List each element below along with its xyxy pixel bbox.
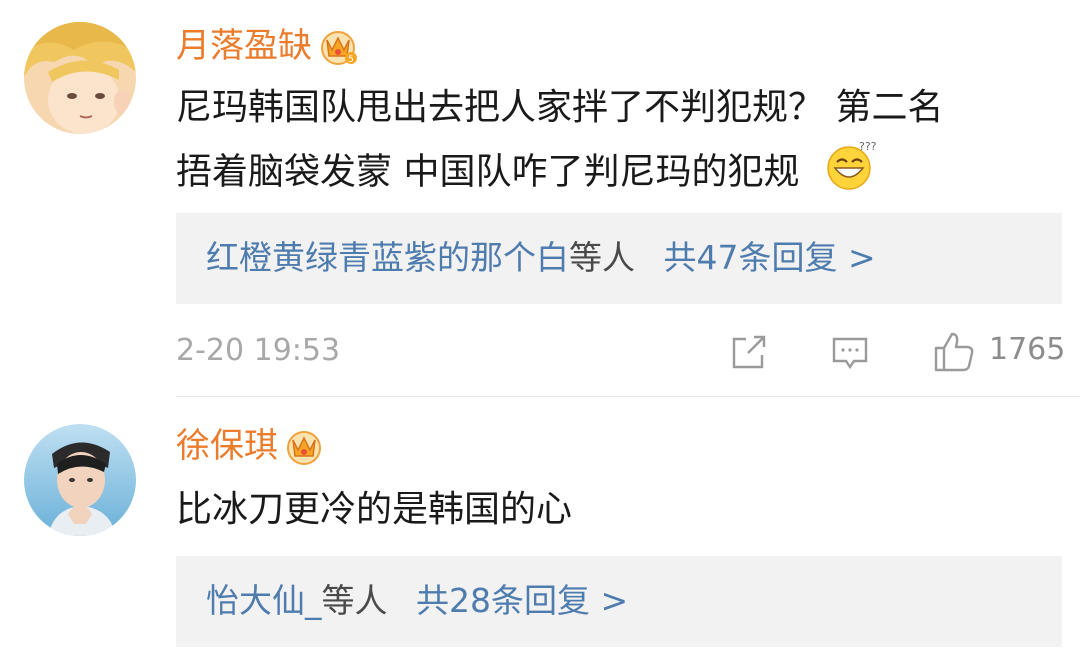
avatar[interactable] [24,22,136,134]
comment-icon[interactable] [830,333,870,377]
avatar[interactable] [24,424,136,536]
reply-count-link[interactable]: 共47条回复 > [664,238,876,277]
divider [176,396,1080,397]
like-icon[interactable] [932,330,976,378]
reply-suffix: 等人 [569,238,635,277]
replies-summary[interactable]: 红橙黄绿青蓝紫的那个白等人 共47条回复 > [206,235,876,281]
reply-users[interactable]: 怡大仙_ [206,581,322,620]
comment-line: 尼玛韩国队甩出去把人家拌了不判犯规？ 第二名 [176,87,944,128]
username[interactable]: 徐保琪 [176,424,324,468]
reply-suffix: 等人 [321,581,388,620]
reply-count-link[interactable]: 共28条回复 > [416,581,628,620]
comment-text: 比冰刀更冷的是韩国的心 [176,480,1046,540]
username-text[interactable]: 月落盈缺 [176,24,312,68]
replies-summary[interactable]: 怡大仙_等人 共28条回复 > [206,578,628,624]
timestamp: 2-20 19:53 [176,333,341,368]
like-count: 1765 [989,332,1066,367]
comment-line: 比冰刀更冷的是韩国的心 [176,489,573,530]
svg-text:???: ??? [859,140,877,153]
dizzy-grin-emoji-icon: ??? [825,138,877,209]
replies-preview[interactable]: 红橙黄绿青蓝紫的那个白等人 共47条回复 > [176,213,1062,304]
crown-icon [284,426,324,466]
crown-icon: 5 [318,26,358,66]
svg-text:5: 5 [348,55,354,65]
replies-preview[interactable]: 怡大仙_等人 共28条回复 > [176,556,1062,647]
comment-item: 月落盈缺 5 尼玛韩国队甩出去把人家拌了不判犯规？ 第二名 捂着脑袋发蒙 中国队… [0,0,1080,400]
reply-users[interactable]: 红橙黄绿青蓝紫的那个白 [206,238,569,277]
comment-text: 尼玛韩国队甩出去把人家拌了不判犯规？ 第二名 捂着脑袋发蒙 中国队咋了判尼玛的犯… [176,78,1046,209]
comment-line-2: 捂着脑袋发蒙 中国队咋了判尼玛的犯规 ??? [176,138,1046,209]
share-icon[interactable] [728,333,768,377]
comment-line-text: 捂着脑袋发蒙 中国队咋了判尼玛的犯规 [176,151,800,193]
username-text[interactable]: 徐保琪 [176,424,278,468]
comment-item: 徐保琪 比冰刀更冷的是韩国的心 怡大仙_等人 共28条回复 > [0,400,1080,651]
username[interactable]: 月落盈缺 5 [176,24,358,68]
